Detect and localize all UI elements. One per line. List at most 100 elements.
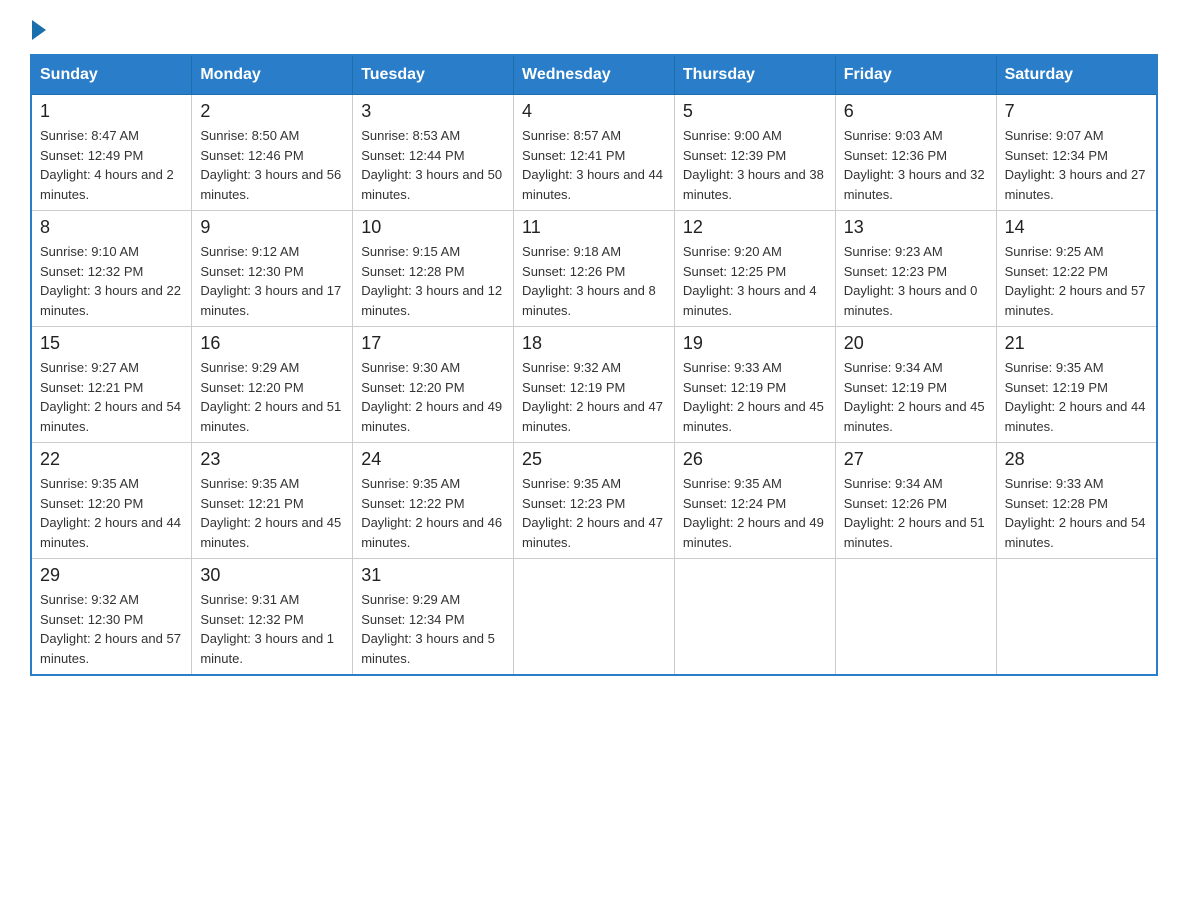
day-number: 31 bbox=[361, 565, 505, 586]
calendar-day-header: Saturday bbox=[996, 55, 1157, 95]
day-info: Sunrise: 9:29 AMSunset: 12:20 PMDaylight… bbox=[200, 358, 344, 436]
day-info: Sunrise: 8:47 AMSunset: 12:49 PMDaylight… bbox=[40, 126, 183, 204]
day-number: 5 bbox=[683, 101, 827, 122]
day-number: 29 bbox=[40, 565, 183, 586]
calendar-table: SundayMondayTuesdayWednesdayThursdayFrid… bbox=[30, 54, 1158, 676]
calendar-header-row: SundayMondayTuesdayWednesdayThursdayFrid… bbox=[31, 55, 1157, 95]
calendar-day-cell bbox=[996, 559, 1157, 676]
calendar-day-cell: 8 Sunrise: 9:10 AMSunset: 12:32 PMDayligh… bbox=[31, 211, 192, 327]
day-info: Sunrise: 9:34 AMSunset: 12:19 PMDaylight… bbox=[844, 358, 988, 436]
day-number: 21 bbox=[1005, 333, 1148, 354]
day-info: Sunrise: 9:34 AMSunset: 12:26 PMDaylight… bbox=[844, 474, 988, 552]
calendar-day-cell: 9 Sunrise: 9:12 AMSunset: 12:30 PMDayligh… bbox=[192, 211, 353, 327]
day-number: 3 bbox=[361, 101, 505, 122]
day-info: Sunrise: 9:23 AMSunset: 12:23 PMDaylight… bbox=[844, 242, 988, 320]
day-number: 14 bbox=[1005, 217, 1148, 238]
day-number: 10 bbox=[361, 217, 505, 238]
day-number: 23 bbox=[200, 449, 344, 470]
day-number: 26 bbox=[683, 449, 827, 470]
day-info: Sunrise: 9:32 AMSunset: 12:30 PMDaylight… bbox=[40, 590, 183, 668]
calendar-day-header: Tuesday bbox=[353, 55, 514, 95]
day-info: Sunrise: 9:35 AMSunset: 12:21 PMDaylight… bbox=[200, 474, 344, 552]
calendar-week-row: 22 Sunrise: 9:35 AMSunset: 12:20 PMDaylig… bbox=[31, 443, 1157, 559]
calendar-day-cell: 22 Sunrise: 9:35 AMSunset: 12:20 PMDaylig… bbox=[31, 443, 192, 559]
day-info: Sunrise: 8:57 AMSunset: 12:41 PMDaylight… bbox=[522, 126, 666, 204]
day-info: Sunrise: 8:50 AMSunset: 12:46 PMDaylight… bbox=[200, 126, 344, 204]
calendar-day-cell: 11Sunrise: 9:18 AMSunset: 12:26 PMDaylig… bbox=[514, 211, 675, 327]
day-number: 4 bbox=[522, 101, 666, 122]
day-number: 6 bbox=[844, 101, 988, 122]
day-number: 12 bbox=[683, 217, 827, 238]
calendar-day-cell bbox=[835, 559, 996, 676]
calendar-day-cell: 28 Sunrise: 9:33 AMSunset: 12:28 PMDaylig… bbox=[996, 443, 1157, 559]
day-info: Sunrise: 9:35 AMSunset: 12:22 PMDaylight… bbox=[361, 474, 505, 552]
calendar-day-cell: 2Sunrise: 8:50 AMSunset: 12:46 PMDayligh… bbox=[192, 95, 353, 211]
calendar-day-cell bbox=[514, 559, 675, 676]
day-info: Sunrise: 9:35 AMSunset: 12:20 PMDaylight… bbox=[40, 474, 183, 552]
calendar-week-row: 1 Sunrise: 8:47 AMSunset: 12:49 PMDayligh… bbox=[31, 95, 1157, 211]
day-info: Sunrise: 9:25 AMSunset: 12:22 PMDaylight… bbox=[1005, 242, 1148, 320]
day-info: Sunrise: 9:31 AMSunset: 12:32 PMDaylight… bbox=[200, 590, 344, 668]
logo bbox=[30, 20, 46, 44]
day-info: Sunrise: 9:10 AMSunset: 12:32 PMDaylight… bbox=[40, 242, 183, 320]
day-info: Sunrise: 9:12 AMSunset: 12:30 PMDaylight… bbox=[200, 242, 344, 320]
logo-arrow-icon bbox=[32, 20, 46, 40]
day-info: Sunrise: 9:07 AMSunset: 12:34 PMDaylight… bbox=[1005, 126, 1148, 204]
day-number: 18 bbox=[522, 333, 666, 354]
calendar-day-cell: 3 Sunrise: 8:53 AMSunset: 12:44 PMDayligh… bbox=[353, 95, 514, 211]
day-info: Sunrise: 9:32 AMSunset: 12:19 PMDaylight… bbox=[522, 358, 666, 436]
calendar-day-header: Thursday bbox=[674, 55, 835, 95]
day-number: 1 bbox=[40, 101, 183, 122]
calendar-day-cell: 24 Sunrise: 9:35 AMSunset: 12:22 PMDaylig… bbox=[353, 443, 514, 559]
day-info: Sunrise: 9:15 AMSunset: 12:28 PMDaylight… bbox=[361, 242, 505, 320]
day-info: Sunrise: 9:35 AMSunset: 12:23 PMDaylight… bbox=[522, 474, 666, 552]
day-number: 22 bbox=[40, 449, 183, 470]
calendar-day-header: Sunday bbox=[31, 55, 192, 95]
calendar-day-cell bbox=[674, 559, 835, 676]
day-info: Sunrise: 9:27 AMSunset: 12:21 PMDaylight… bbox=[40, 358, 183, 436]
day-info: Sunrise: 9:33 AMSunset: 12:19 PMDaylight… bbox=[683, 358, 827, 436]
calendar-day-cell: 25Sunrise: 9:35 AMSunset: 12:23 PMDaylig… bbox=[514, 443, 675, 559]
day-number: 20 bbox=[844, 333, 988, 354]
calendar-day-cell: 16 Sunrise: 9:29 AMSunset: 12:20 PMDaylig… bbox=[192, 327, 353, 443]
calendar-day-cell: 20 Sunrise: 9:34 AMSunset: 12:19 PMDaylig… bbox=[835, 327, 996, 443]
calendar-day-cell: 6 Sunrise: 9:03 AMSunset: 12:36 PMDayligh… bbox=[835, 95, 996, 211]
day-number: 28 bbox=[1005, 449, 1148, 470]
day-number: 8 bbox=[40, 217, 183, 238]
calendar-day-cell: 10 Sunrise: 9:15 AMSunset: 12:28 PMDaylig… bbox=[353, 211, 514, 327]
day-info: Sunrise: 9:03 AMSunset: 12:36 PMDaylight… bbox=[844, 126, 988, 204]
calendar-day-cell: 15 Sunrise: 9:27 AMSunset: 12:21 PMDaylig… bbox=[31, 327, 192, 443]
day-info: Sunrise: 9:35 AMSunset: 12:19 PMDaylight… bbox=[1005, 358, 1148, 436]
day-number: 24 bbox=[361, 449, 505, 470]
day-info: Sunrise: 9:29 AMSunset: 12:34 PMDaylight… bbox=[361, 590, 505, 668]
day-number: 13 bbox=[844, 217, 988, 238]
calendar-day-cell: 13 Sunrise: 9:23 AMSunset: 12:23 PMDaylig… bbox=[835, 211, 996, 327]
calendar-day-cell: 7Sunrise: 9:07 AMSunset: 12:34 PMDayligh… bbox=[996, 95, 1157, 211]
calendar-day-cell: 30 Sunrise: 9:31 AMSunset: 12:32 PMDaylig… bbox=[192, 559, 353, 676]
day-info: Sunrise: 9:00 AMSunset: 12:39 PMDaylight… bbox=[683, 126, 827, 204]
calendar-day-cell: 31 Sunrise: 9:29 AMSunset: 12:34 PMDaylig… bbox=[353, 559, 514, 676]
day-number: 30 bbox=[200, 565, 344, 586]
calendar-day-header: Friday bbox=[835, 55, 996, 95]
calendar-day-cell: 19Sunrise: 9:33 AMSunset: 12:19 PMDaylig… bbox=[674, 327, 835, 443]
page-header bbox=[30, 20, 1158, 44]
day-number: 9 bbox=[200, 217, 344, 238]
calendar-week-row: 15 Sunrise: 9:27 AMSunset: 12:21 PMDaylig… bbox=[31, 327, 1157, 443]
calendar-day-header: Wednesday bbox=[514, 55, 675, 95]
calendar-day-cell: 4 Sunrise: 8:57 AMSunset: 12:41 PMDayligh… bbox=[514, 95, 675, 211]
calendar-day-cell: 5 Sunrise: 9:00 AMSunset: 12:39 PMDayligh… bbox=[674, 95, 835, 211]
day-number: 11 bbox=[522, 217, 666, 238]
calendar-day-cell: 23 Sunrise: 9:35 AMSunset: 12:21 PMDaylig… bbox=[192, 443, 353, 559]
day-number: 15 bbox=[40, 333, 183, 354]
day-number: 17 bbox=[361, 333, 505, 354]
calendar-day-cell: 12Sunrise: 9:20 AMSunset: 12:25 PMDaylig… bbox=[674, 211, 835, 327]
day-info: Sunrise: 9:33 AMSunset: 12:28 PMDaylight… bbox=[1005, 474, 1148, 552]
calendar-day-cell: 29 Sunrise: 9:32 AMSunset: 12:30 PMDaylig… bbox=[31, 559, 192, 676]
calendar-day-cell: 27 Sunrise: 9:34 AMSunset: 12:26 PMDaylig… bbox=[835, 443, 996, 559]
day-info: Sunrise: 8:53 AMSunset: 12:44 PMDaylight… bbox=[361, 126, 505, 204]
day-info: Sunrise: 9:35 AMSunset: 12:24 PMDaylight… bbox=[683, 474, 827, 552]
day-number: 27 bbox=[844, 449, 988, 470]
calendar-day-cell: 21 Sunrise: 9:35 AMSunset: 12:19 PMDaylig… bbox=[996, 327, 1157, 443]
calendar-day-cell: 18 Sunrise: 9:32 AMSunset: 12:19 PMDaylig… bbox=[514, 327, 675, 443]
day-number: 16 bbox=[200, 333, 344, 354]
